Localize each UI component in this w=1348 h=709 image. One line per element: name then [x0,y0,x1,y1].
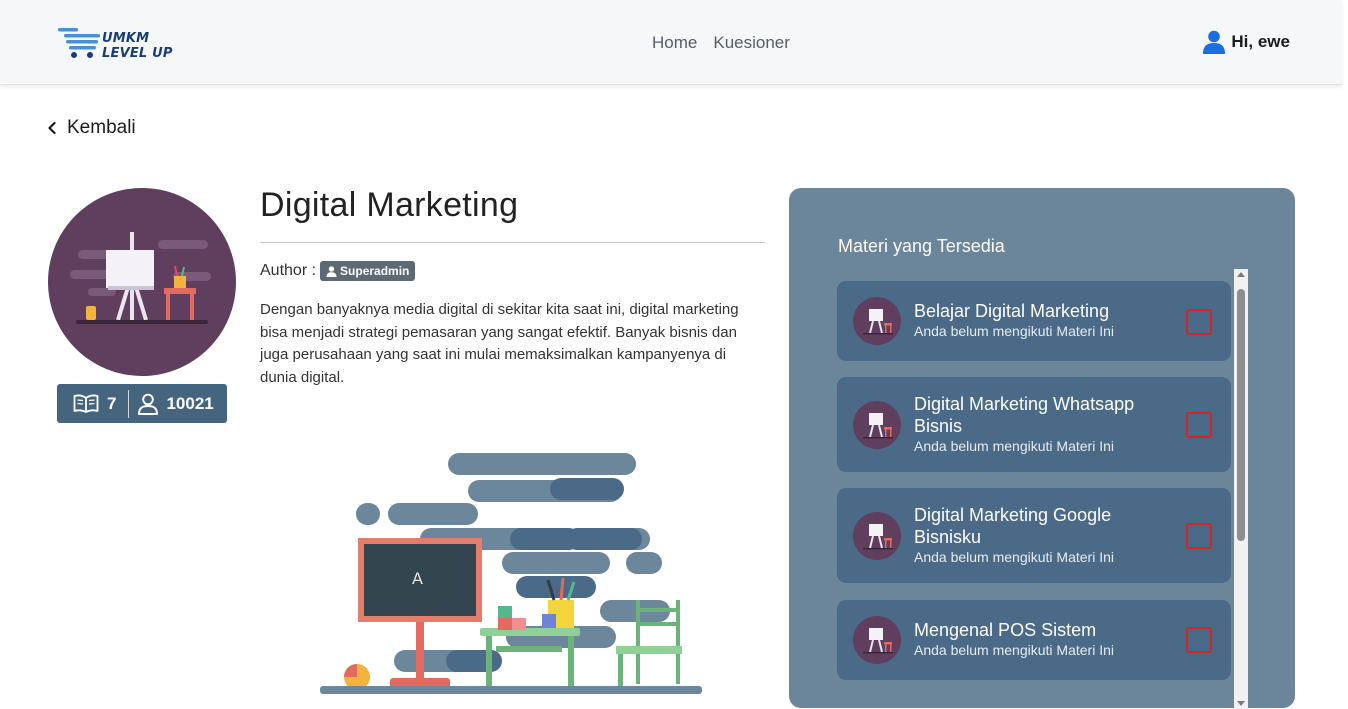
nav-link-home[interactable]: Home [652,33,697,53]
material-title: Digital Marketing Google Bisnisku [914,505,1112,547]
material-status: Anda belum mengikuti Materi Ini [914,642,1114,658]
material-title: Mengenal POS Sistem [914,620,1097,640]
materials-scrollbar[interactable] [1234,269,1248,709]
author-name: Superadmin [340,264,410,278]
title-divider [260,242,765,243]
logo-text-line1: UMKM [102,31,150,46]
material-card[interactable]: Belajar Digital Marketing Anda belum men… [837,281,1231,361]
nav-link-kuesioner[interactable]: Kuesioner [713,33,790,53]
material-thumbnail-icon [853,297,901,345]
material-checkbox[interactable] [1186,523,1212,549]
participants-count: 10021 [166,393,214,413]
course-title: Digital Marketing [260,186,519,224]
material-thumbnail-icon [853,512,901,560]
book-icon [73,394,99,413]
material-title: Digital Marketing Whatsapp Bisnis [914,394,1135,436]
brand-logo[interactable]: UMKM LEVEL UP [56,26,186,62]
author-row: Author : Superadmin [260,261,416,281]
user-greeting: Hi, ewe [1231,32,1290,51]
material-card[interactable]: Mengenal POS Sistem Anda belum mengikuti… [837,600,1231,680]
logo-text-line2: LEVEL UP [102,46,173,61]
author-badge: Superadmin [320,261,416,281]
classroom-illustration-icon: A [320,453,702,694]
nav-links: Home Kuesioner [652,33,790,53]
author-label: Author : [260,262,317,279]
user-outline-icon [138,393,159,415]
top-navbar: UMKM LEVEL UP Home Kuesioner Hi, ewe [0,0,1342,85]
material-card[interactable]: Digital Marketing Whatsapp Bisnis Anda b… [837,377,1231,472]
scroll-down-arrow-icon[interactable] [1237,701,1245,706]
material-status: Anda belum mengikuti Materi Ini [914,438,1114,454]
chevron-left-icon [48,121,56,135]
material-thumbnail-icon [853,401,901,449]
course-stats: 7 10021 [57,384,227,423]
material-status: Anda belum mengikuti Materi Ini [914,549,1114,565]
materials-heading: Materi yang Tersedia [838,236,1005,256]
material-checkbox[interactable] [1186,309,1212,335]
material-checkbox[interactable] [1186,627,1212,653]
scroll-thumb[interactable] [1237,289,1245,541]
course-description: Dengan banyaknya media digital di sekita… [260,301,739,386]
user-icon [1203,30,1226,54]
cart-logo-icon [58,28,100,58]
svg-text:A: A [412,569,423,588]
material-thumbnail-icon [853,616,901,664]
back-link[interactable]: Kembali [47,117,136,139]
stats-divider [128,389,130,418]
materials-list[interactable]: Belajar Digital Marketing Anda belum men… [837,281,1231,701]
materials-count: 7 [107,393,117,413]
material-status: Anda belum mengikuti Materi Ini [914,323,1114,339]
scroll-up-arrow-icon[interactable] [1237,272,1245,277]
easel-illustration-icon [70,232,211,324]
materials-panel: Materi yang Tersedia Belajar Digital Mar… [789,188,1295,709]
material-checkbox[interactable] [1186,412,1212,438]
user-icon [326,265,337,277]
course-cover-image [48,188,236,376]
material-card[interactable]: Digital Marketing Google Bisnisku Anda b… [837,488,1231,583]
back-label: Kembali [67,117,136,138]
material-title: Belajar Digital Marketing [914,301,1110,321]
user-menu[interactable]: Hi, ewe [1203,30,1290,54]
